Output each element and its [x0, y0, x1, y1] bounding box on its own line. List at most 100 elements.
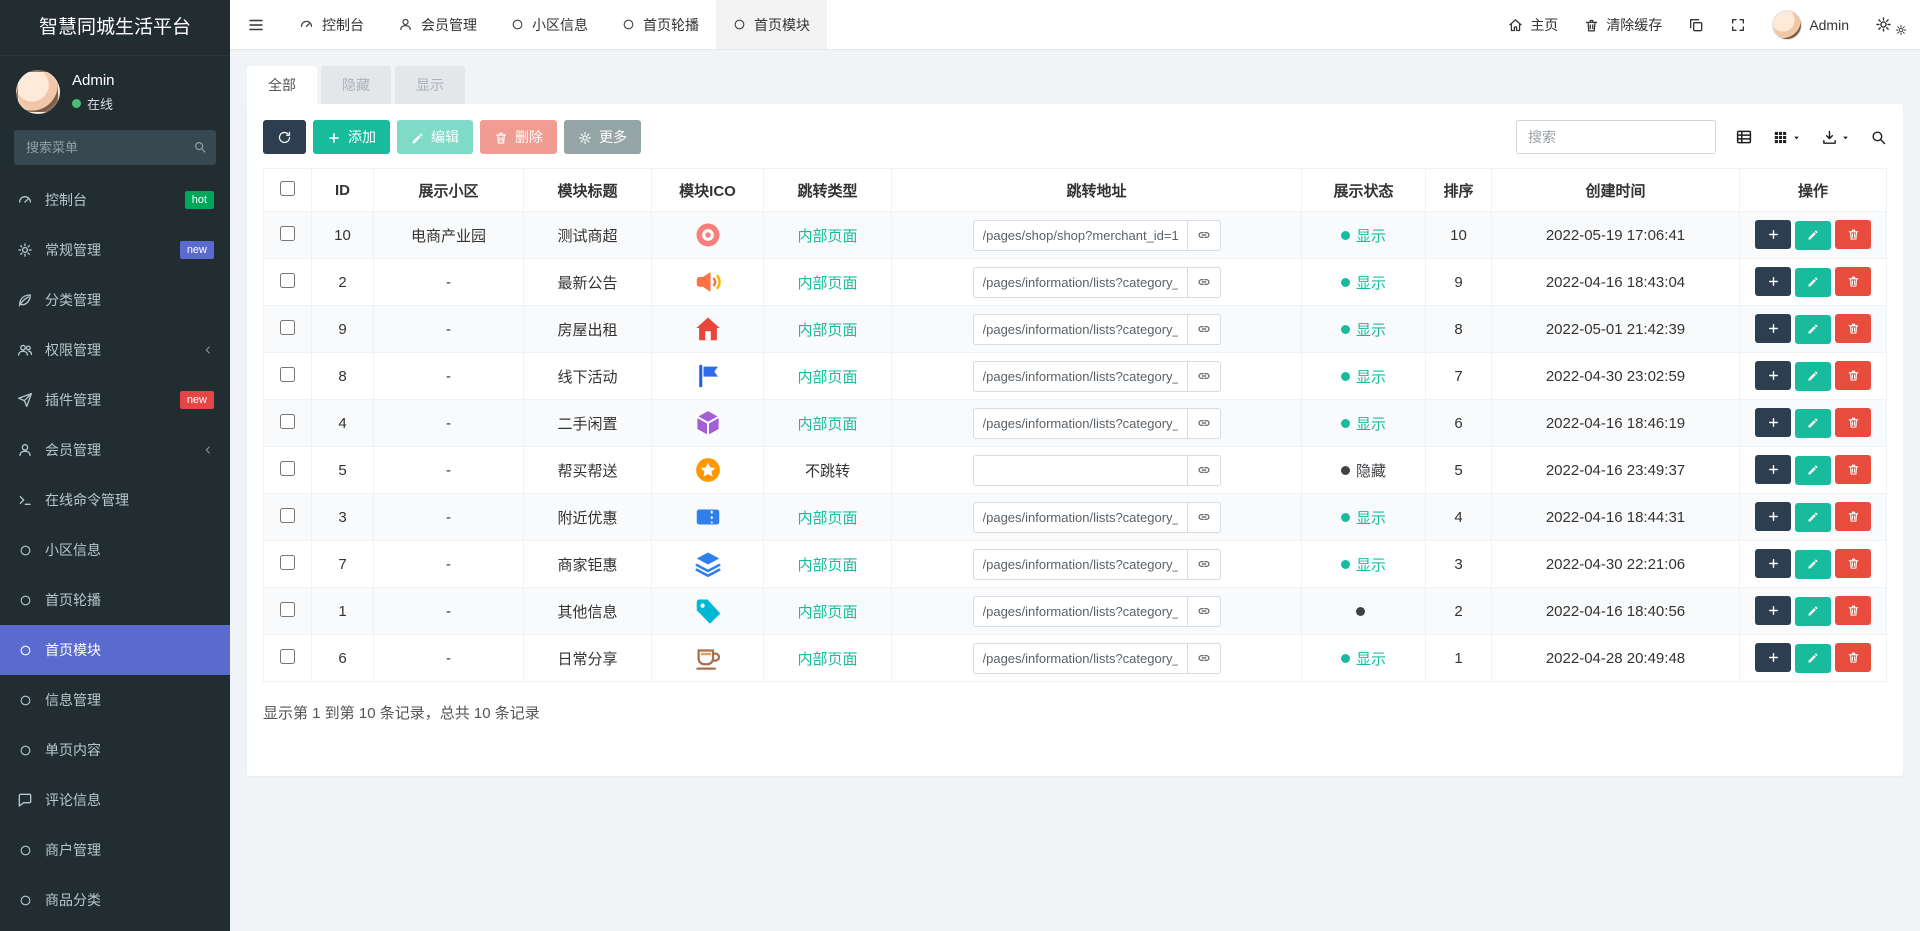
sidebar-search-input[interactable]: [14, 130, 216, 165]
jump-url-input[interactable]: [972, 219, 1187, 251]
jump-url-input[interactable]: [972, 266, 1187, 298]
jump-url-input[interactable]: [972, 642, 1187, 674]
tab-home-module[interactable]: 首页模块: [716, 0, 827, 49]
row-checkbox[interactable]: [280, 554, 295, 570]
jump-url-input[interactable]: [972, 548, 1187, 580]
row-edit-button[interactable]: [1795, 267, 1831, 297]
table-row[interactable]: 2-最新公告 内部页面 显示 92022-04-16 18:43:04: [263, 258, 1887, 306]
row-add-button[interactable]: [1755, 408, 1791, 438]
table-row[interactable]: 8-线下活动 内部页面 显示 72022-04-30 23:02:59: [263, 352, 1887, 400]
row-add-button[interactable]: [1755, 502, 1791, 532]
table-row[interactable]: 6-日常分享 内部页面 显示 12022-04-28 20:49:48: [263, 634, 1887, 682]
fullscreen-button[interactable]: [1717, 0, 1759, 49]
row-checkbox[interactable]: [280, 413, 295, 429]
row-add-button[interactable]: [1755, 455, 1791, 485]
link-button[interactable]: [1186, 407, 1221, 439]
link-button[interactable]: [1186, 642, 1221, 674]
table-row[interactable]: 9-房屋出租 内部页面 显示 82022-05-01 21:42:39: [263, 305, 1887, 353]
row-delete-button[interactable]: [1835, 596, 1871, 626]
row-checkbox[interactable]: [280, 225, 295, 241]
sidebar-item-category[interactable]: 分类管理: [0, 275, 230, 325]
link-button[interactable]: [1186, 266, 1221, 298]
link-button[interactable]: [1186, 548, 1221, 580]
home-link[interactable]: 主页: [1495, 0, 1571, 49]
user-menu[interactable]: Admin: [1759, 0, 1862, 49]
link-button[interactable]: [1186, 454, 1221, 486]
hamburger-menu-icon[interactable]: [230, 0, 282, 49]
row-edit-button[interactable]: [1795, 314, 1831, 344]
tab-community[interactable]: 小区信息: [494, 0, 605, 49]
sidebar-item-home-module[interactable]: 首页模块: [0, 625, 230, 675]
jump-url-input[interactable]: [972, 501, 1187, 533]
row-add-button[interactable]: [1755, 267, 1791, 297]
sidebar-item-banner[interactable]: 首页轮播: [0, 575, 230, 625]
row-checkbox[interactable]: [280, 648, 295, 664]
select-all-checkbox[interactable]: [280, 180, 295, 196]
row-delete-button[interactable]: [1835, 314, 1871, 344]
row-edit-button[interactable]: [1795, 361, 1831, 391]
sidebar-item-auth[interactable]: 权限管理: [0, 325, 230, 375]
jump-url-input[interactable]: [972, 454, 1187, 486]
columns-button[interactable]: [1772, 129, 1802, 146]
row-delete-button[interactable]: [1835, 220, 1871, 250]
sidebar-item-dashboard[interactable]: 控制台 hot: [0, 175, 230, 225]
row-delete-button[interactable]: [1835, 549, 1871, 579]
filter-tab-visible[interactable]: 显示: [395, 66, 465, 104]
copy-page-button[interactable]: [1675, 0, 1717, 49]
export-button[interactable]: [1821, 129, 1851, 146]
link-button[interactable]: [1186, 595, 1221, 627]
sidebar-item-comment[interactable]: 评论信息: [0, 775, 230, 825]
row-edit-button[interactable]: [1795, 502, 1831, 532]
sidebar-item-command[interactable]: 在线命令管理: [0, 475, 230, 525]
sidebar-item-merchant[interactable]: 商户管理: [0, 825, 230, 875]
more-button[interactable]: 更多: [564, 120, 641, 154]
settings-button[interactable]: [1862, 0, 1920, 49]
sidebar-item-community[interactable]: 小区信息: [0, 525, 230, 575]
table-search-input[interactable]: [1516, 120, 1716, 154]
row-add-button[interactable]: [1755, 549, 1791, 579]
row-add-button[interactable]: [1755, 220, 1791, 250]
table-row[interactable]: 4-二手闲置 内部页面 显示 62022-04-16 18:46:19: [263, 399, 1887, 447]
row-delete-button[interactable]: [1835, 361, 1871, 391]
row-edit-button[interactable]: [1795, 455, 1831, 485]
jump-url-input[interactable]: [972, 360, 1187, 392]
link-button[interactable]: [1186, 501, 1221, 533]
sidebar-item-addon[interactable]: 插件管理 new: [0, 375, 230, 425]
row-delete-button[interactable]: [1835, 408, 1871, 438]
edit-button[interactable]: 编辑: [397, 120, 473, 154]
view-toggle-button[interactable]: [1735, 128, 1753, 146]
jump-url-input[interactable]: [972, 595, 1187, 627]
tab-member[interactable]: 会员管理: [381, 0, 494, 49]
link-button[interactable]: [1186, 313, 1221, 345]
advanced-search-button[interactable]: [1870, 129, 1887, 146]
table-row[interactable]: 10电商产业园测试商超内部页面显示102022-05-19 17:06:41: [263, 211, 1887, 259]
table-row[interactable]: 7-商家钜惠 内部页面 显示 32022-04-30 22:21:06: [263, 540, 1887, 588]
row-add-button[interactable]: [1755, 361, 1791, 391]
row-checkbox[interactable]: [280, 319, 295, 335]
row-edit-button[interactable]: [1795, 596, 1831, 626]
row-checkbox[interactable]: [280, 507, 295, 523]
row-delete-button[interactable]: [1835, 643, 1871, 673]
row-checkbox[interactable]: [280, 366, 295, 382]
add-button[interactable]: 添加: [313, 120, 390, 154]
tab-dashboard[interactable]: 控制台: [282, 0, 381, 49]
link-button[interactable]: [1186, 219, 1221, 251]
sidebar-item-member[interactable]: 会员管理: [0, 425, 230, 475]
row-edit-button[interactable]: [1795, 220, 1831, 250]
row-checkbox[interactable]: [280, 272, 295, 288]
filter-tab-hidden[interactable]: 隐藏: [321, 66, 391, 104]
row-edit-button[interactable]: [1795, 643, 1831, 673]
filter-tab-all[interactable]: 全部: [247, 66, 317, 104]
refresh-button[interactable]: [263, 120, 306, 154]
row-delete-button[interactable]: [1835, 455, 1871, 485]
link-button[interactable]: [1186, 360, 1221, 392]
sidebar-item-goods-category[interactable]: 商品分类: [0, 875, 230, 925]
tab-banner[interactable]: 首页轮播: [605, 0, 716, 49]
row-add-button[interactable]: [1755, 596, 1791, 626]
sidebar-item-general[interactable]: 常规管理 new: [0, 225, 230, 275]
sidebar-item-single-page[interactable]: 单页内容: [0, 725, 230, 775]
row-checkbox[interactable]: [280, 460, 295, 476]
row-edit-button[interactable]: [1795, 549, 1831, 579]
table-row[interactable]: 3-附近优惠 内部页面 显示 42022-04-16 18:44:31: [263, 493, 1887, 541]
clear-cache-button[interactable]: 清除缓存: [1571, 0, 1675, 49]
